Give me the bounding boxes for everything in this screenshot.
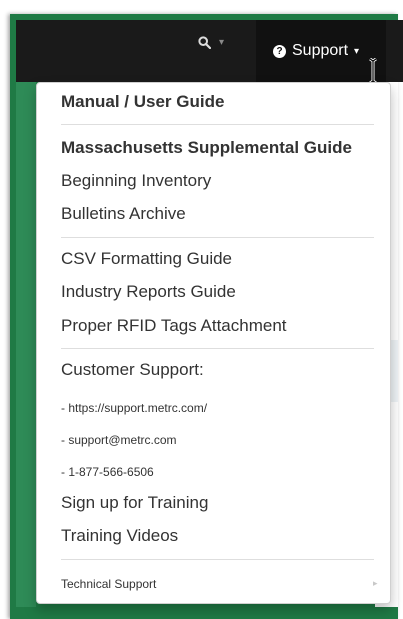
menu-divider [61,559,374,560]
text-cursor-icon [369,58,377,84]
help-icon: ? [273,44,286,58]
support-url-link[interactable]: - https://support.metrc.com/ [61,398,207,418]
menu-item-manual[interactable]: Manual / User Guide [61,92,224,112]
menu-item-technical-support[interactable]: Technical Support [61,574,156,594]
menu-item-rfid-tags[interactable]: Proper RFID Tags Attachment [61,316,287,336]
menu-item-csv-guide[interactable]: CSV Formatting Guide [61,249,232,269]
menu-item-industry-reports[interactable]: Industry Reports Guide [61,282,236,302]
menu-item-sign-up-training[interactable]: Sign up for Training [61,493,208,513]
background-strip [16,82,36,607]
support-email-link[interactable]: - support@metrc.com [61,430,177,450]
chevron-down-icon: ▾ [219,37,225,48]
menu-divider [61,237,374,238]
support-dropdown-menu: Manual / User Guide Massachusetts Supple… [36,82,391,604]
menu-divider [61,348,374,349]
chevron-down-icon: ▾ [354,45,360,57]
search-icon [198,36,211,49]
support-label: Support [292,42,349,59]
menu-item-bulletins-archive[interactable]: Bulletins Archive [61,204,186,224]
menu-divider [61,124,374,125]
support-menu-toggle[interactable]: ? Support ▾ [256,20,386,82]
menu-item-training-videos[interactable]: Training Videos [61,526,178,546]
search-dropdown-toggle[interactable]: ▾ [198,36,224,49]
chevron-right-icon: ▸ [373,578,378,588]
menu-item-beginning-inventory[interactable]: Beginning Inventory [61,171,211,191]
support-phone-link[interactable]: - 1-877-566-6506 [61,462,154,482]
menu-item-supplemental-guide[interactable]: Massachusetts Supplemental Guide [61,138,352,158]
customer-support-heading: Customer Support: [61,360,204,379]
